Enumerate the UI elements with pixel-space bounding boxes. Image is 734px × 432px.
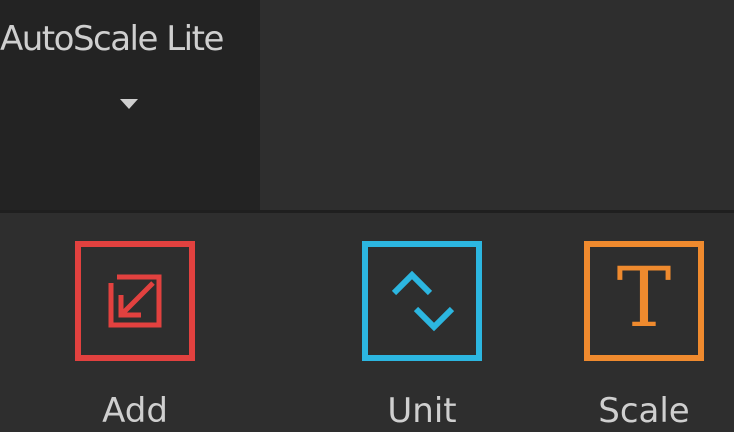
plugin-toolbar: AutoScale Lite xyxy=(0,0,734,210)
scale-glyph: T xyxy=(616,251,672,346)
unit-label: Unit xyxy=(387,391,457,431)
add-label: Add xyxy=(102,391,168,431)
scale-button[interactable]: T Scale xyxy=(569,241,719,432)
unit-chevrons-icon-graphic xyxy=(391,270,455,332)
plugin-title: AutoScale Lite xyxy=(0,19,224,59)
text-t-icon: T xyxy=(584,241,704,361)
add-button[interactable]: Add xyxy=(60,241,210,432)
unit-chevrons-icon xyxy=(362,241,482,361)
plugin-tab-autoscale-lite[interactable]: AutoScale Lite xyxy=(0,0,260,210)
unit-button[interactable]: Unit xyxy=(347,241,497,432)
dropdown-caret-icon[interactable] xyxy=(120,99,138,109)
tools-panel: Add Unit T Scale xyxy=(0,213,734,432)
scale-label: Scale xyxy=(598,391,690,431)
add-resize-icon-graphic xyxy=(108,274,162,328)
add-resize-icon xyxy=(75,241,195,361)
